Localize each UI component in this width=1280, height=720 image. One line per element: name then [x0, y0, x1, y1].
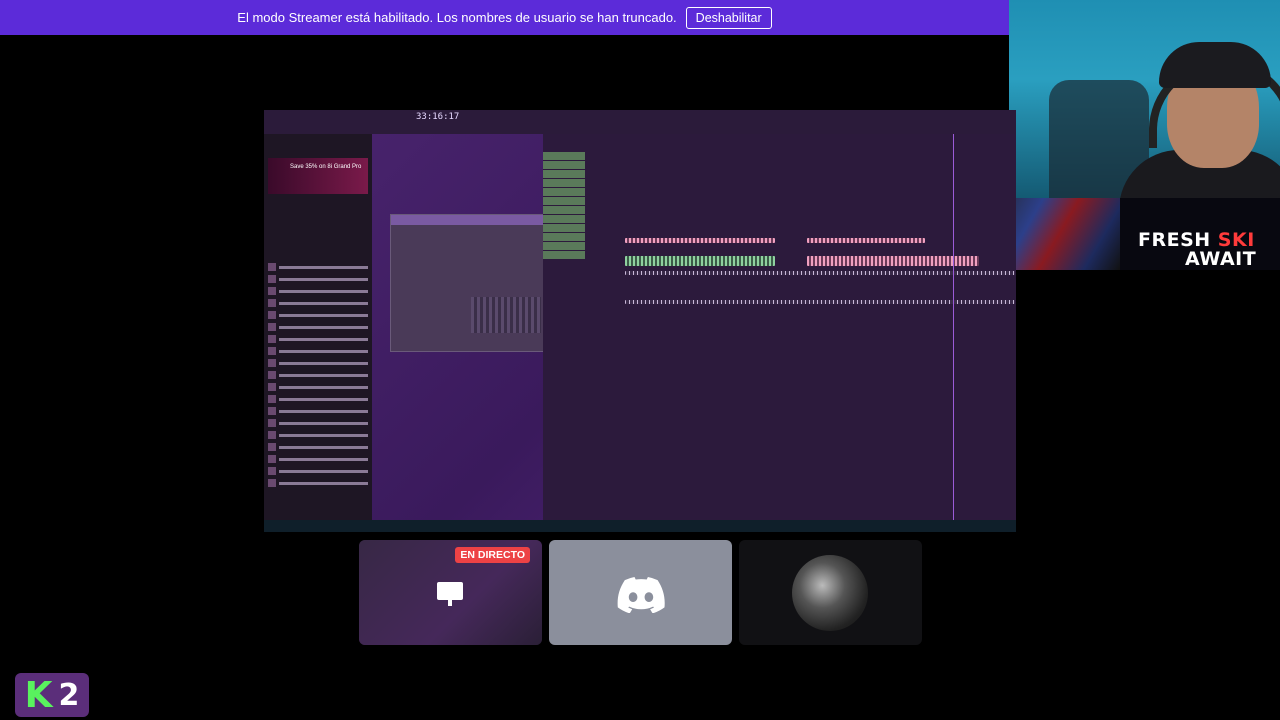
browser-row	[268, 298, 368, 308]
browser-row	[268, 286, 368, 296]
skins-promo-banner: FRESH SKI AWAIT	[980, 198, 1280, 270]
daw-toolbar: 33:16:17	[264, 110, 1016, 134]
browser-row	[268, 394, 368, 404]
screen-share-tile[interactable]: EN DIRECTO	[359, 540, 542, 645]
pattern-list	[543, 152, 585, 272]
browser-row	[268, 358, 368, 368]
daw-browser-panel: Save 35% on 8i Grand Pro	[264, 134, 372, 524]
browser-row	[268, 466, 368, 476]
browser-row	[268, 430, 368, 440]
browser-row	[268, 310, 368, 320]
browser-ad-text: Save 35% on 8i Grand Pro	[290, 164, 362, 170]
browser-row	[268, 382, 368, 392]
k2-logo-letter: K	[24, 674, 53, 716]
streamer-mode-message: El modo Streamer está habilitado. Los no…	[237, 10, 677, 25]
browser-row	[268, 322, 368, 332]
browser-row	[268, 406, 368, 416]
playhead	[953, 134, 954, 524]
discord-user-tile[interactable]	[549, 540, 732, 645]
webcam-feed[interactable]	[1009, 0, 1280, 198]
channel-rack-header	[391, 215, 543, 225]
browser-row	[268, 274, 368, 284]
streamer-cap	[1159, 42, 1271, 88]
browser-row	[268, 370, 368, 380]
browser-ad: Save 35% on 8i Grand Pro	[268, 158, 368, 194]
audio-clip	[625, 238, 775, 243]
audio-clip	[625, 256, 775, 266]
browser-row	[268, 346, 368, 356]
shared-screen-stream[interactable]: 33:16:17 Save 35% on 8i Grand Pro	[264, 110, 1016, 532]
browser-row	[268, 262, 368, 272]
discord-logo-icon	[617, 577, 665, 613]
promo-line-2: AWAIT	[1185, 248, 1257, 270]
channel-rack-window	[390, 214, 544, 352]
avatar	[792, 555, 868, 631]
audio-clip	[807, 238, 925, 243]
browser-row	[268, 454, 368, 464]
step-sequencer-grid	[471, 297, 541, 333]
daw-timer: 33:16:17	[416, 112, 460, 122]
audio-clip	[625, 300, 1015, 304]
automation-clip	[625, 271, 1015, 275]
disable-streamer-mode-button[interactable]: Deshabilitar	[685, 6, 772, 29]
live-badge: EN DIRECTO	[455, 547, 530, 563]
k2-logo-number: 2	[58, 677, 80, 713]
windows-taskbar	[264, 520, 1016, 532]
browser-row	[268, 478, 368, 488]
browser-row	[268, 334, 368, 344]
browser-row	[268, 442, 368, 452]
playlist-arrangement	[543, 134, 1016, 524]
monitor-icon	[437, 582, 463, 606]
user-avatar-tile[interactable]	[739, 540, 922, 645]
k2-logo: K 2	[15, 673, 89, 717]
streamer-mode-banner: El modo Streamer está habilitado. Los no…	[0, 0, 1009, 35]
browser-row	[268, 418, 368, 428]
